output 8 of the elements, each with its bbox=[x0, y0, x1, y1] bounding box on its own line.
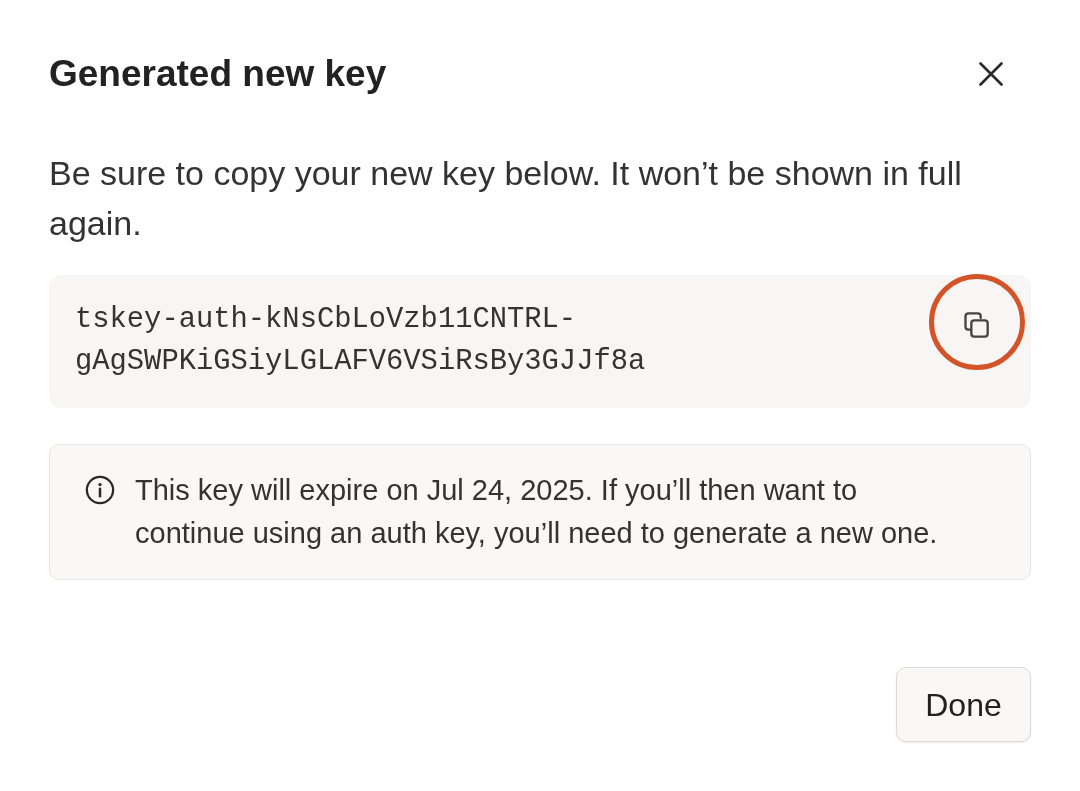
done-button[interactable]: Done bbox=[896, 667, 1031, 742]
info-icon bbox=[85, 475, 115, 505]
api-key-text: tskey-auth-kNsCbLoVzb11CNTRL-gAgSWPKiGSiyLGLAFV6VSiRsBy3GJJf8a bbox=[75, 302, 647, 380]
close-icon bbox=[979, 62, 1003, 86]
dialog-title: Generated new key bbox=[49, 52, 387, 96]
copy-icon bbox=[962, 311, 990, 339]
notice-text: This key will expire on Jul 24, 2025. If you’ll then want to continue using an auth key, you’ll need to generate a new one. bbox=[135, 473, 939, 551]
dialog-message: Be sure to copy your new key below. It won’t be shown in full again. bbox=[49, 153, 963, 244]
